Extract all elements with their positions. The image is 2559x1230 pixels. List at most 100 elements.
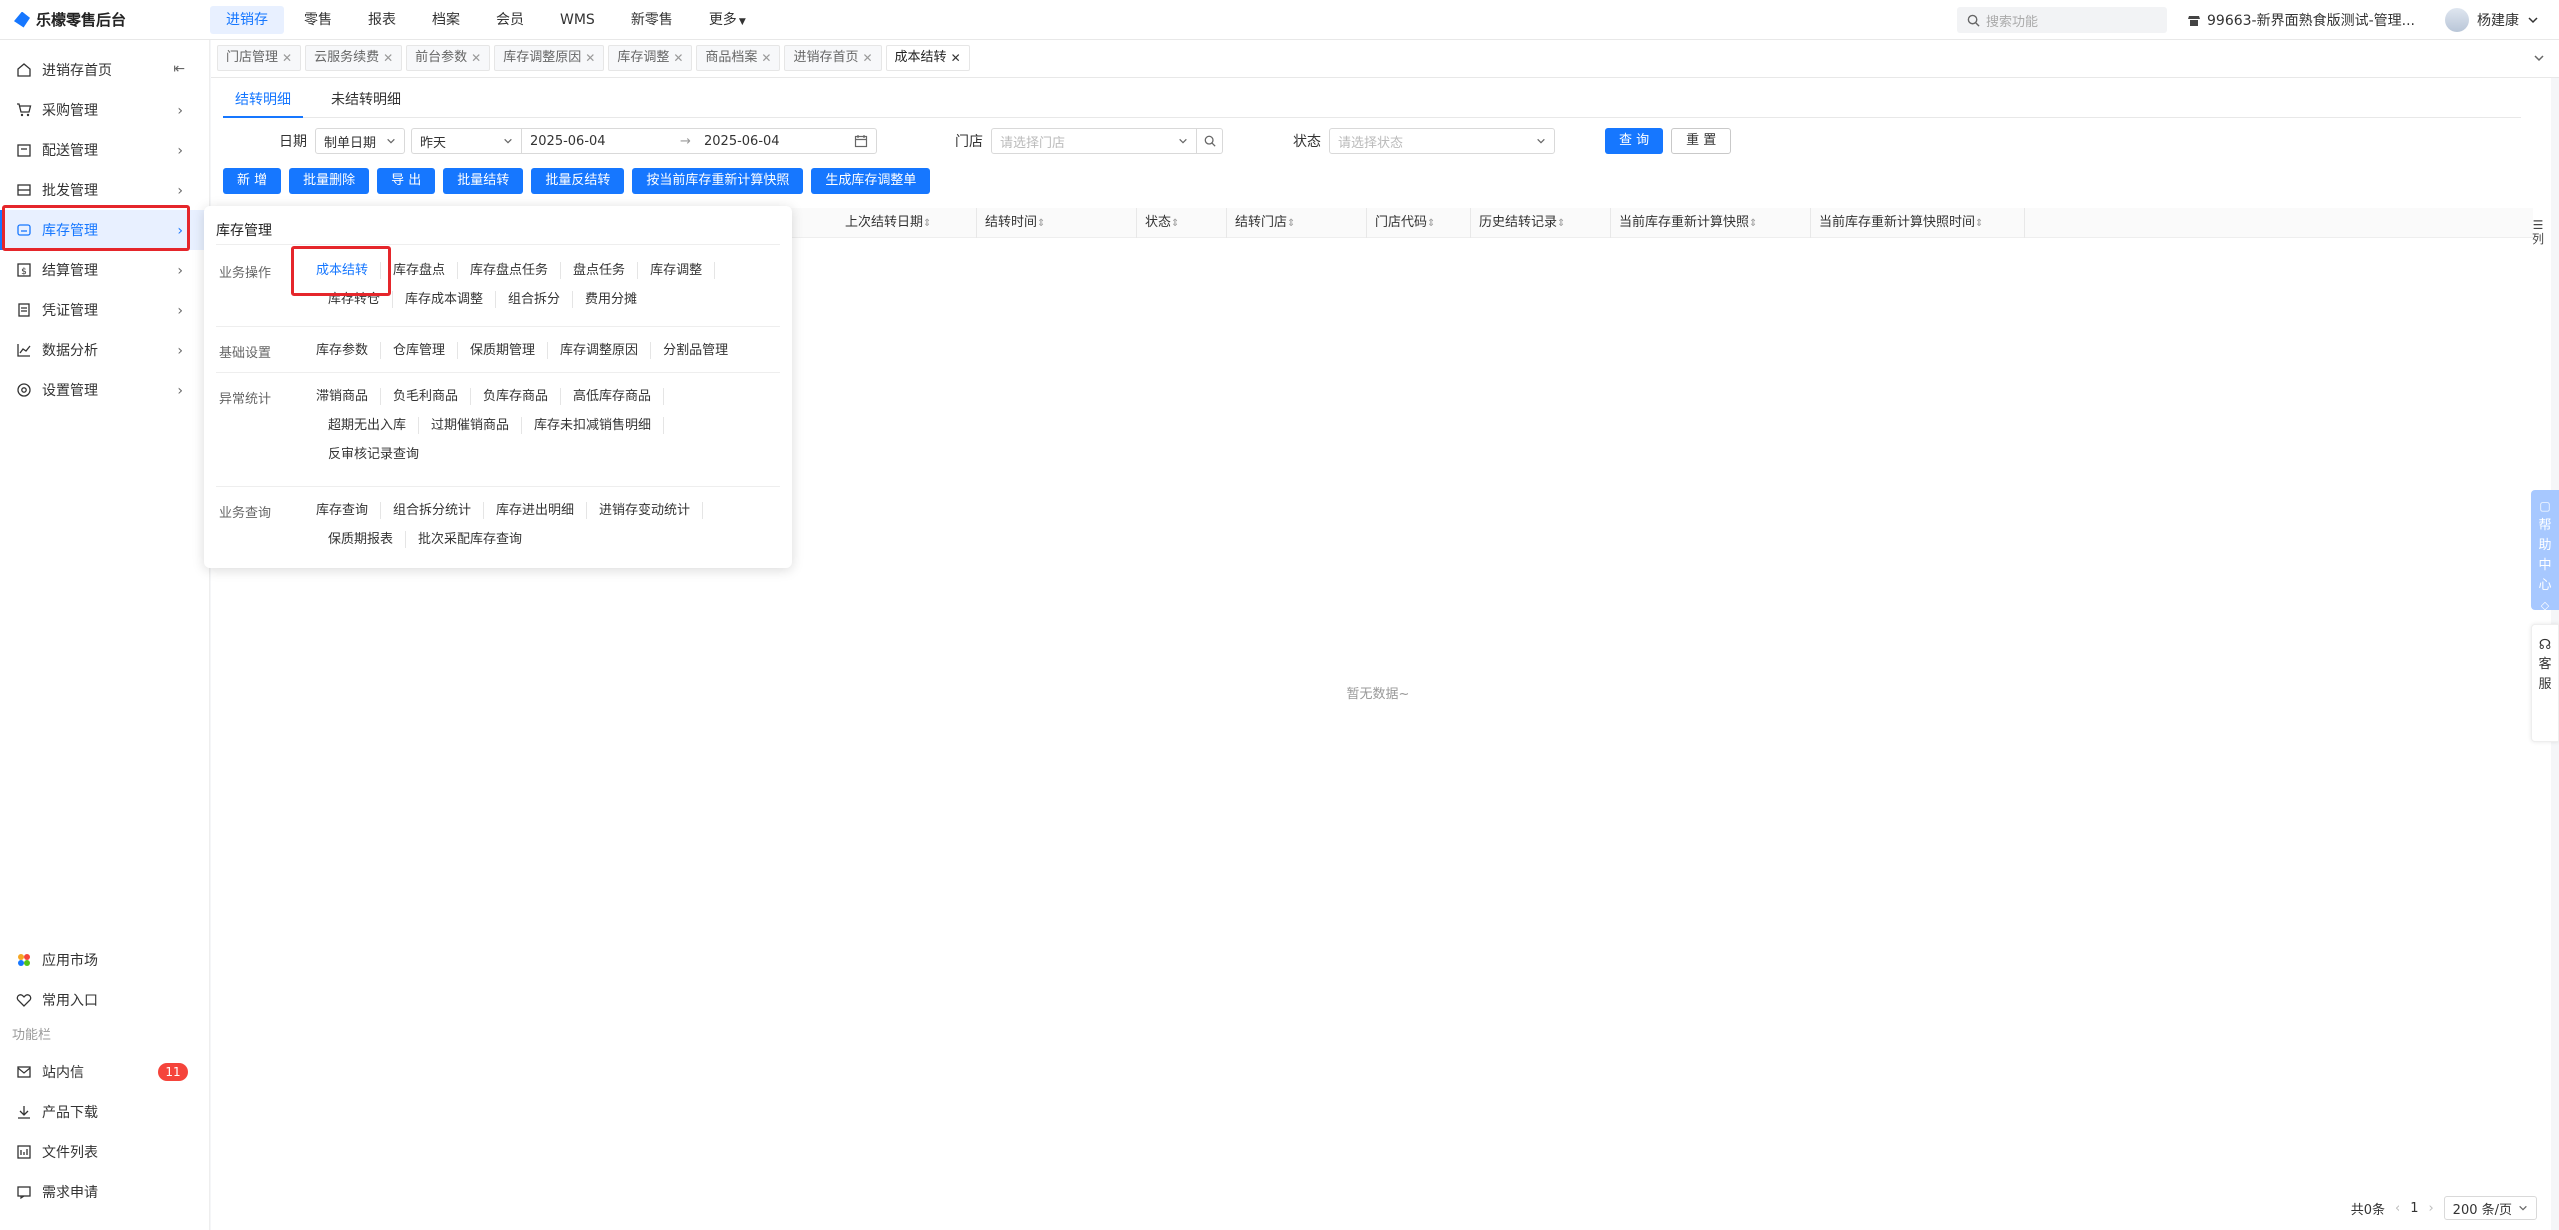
sidebar-common-entry[interactable]: 常用入口 (0, 980, 210, 1020)
close-icon[interactable]: ✕ (383, 45, 393, 71)
page-tab-product-archive[interactable]: 商品档案 ✕ (696, 45, 781, 71)
menu-link-shelf-life-report[interactable]: 保质期报表 (316, 531, 407, 548)
close-icon[interactable]: ✕ (761, 45, 771, 71)
menu-link-cost-carryover[interactable]: 成本结转 (316, 262, 382, 279)
reset-button[interactable]: 重 置 (1671, 128, 1732, 154)
user-menu[interactable]: 杨建康 (2445, 8, 2539, 32)
sidebar-messages[interactable]: 站内信 11 (0, 1052, 210, 1092)
column-snapshot[interactable]: 当前库存重新计算快照⇕ (1611, 207, 1811, 238)
menu-link-batch-stock-query[interactable]: 批次采配库存查询 (406, 531, 534, 548)
page-tab-store-management[interactable]: 门店管理 ✕ (217, 45, 302, 71)
column-carryover-time[interactable]: 结转时间⇕ (977, 207, 1137, 238)
date-range-picker[interactable]: 2025-06-04 → 2025-06-04 (521, 128, 877, 154)
menu-link-expense-allocation[interactable]: 费用分摊 (573, 291, 649, 308)
menu-link-split-products[interactable]: 分割品管理 (651, 342, 740, 359)
prev-page-icon[interactable]: ‹ (2395, 1201, 2400, 1216)
topnav-item-retail[interactable]: 零售 (288, 6, 348, 34)
generate-adjust-order-button[interactable]: 生成库存调整单 (811, 168, 931, 194)
sidebar-item-purchase[interactable]: 采购管理 › (0, 90, 209, 130)
menu-link-reverse-audit-query[interactable]: 反审核记录查询 (316, 446, 431, 463)
page-tab-stock-adjust[interactable]: 库存调整 ✕ (608, 45, 693, 71)
topnav-item-inventory-sales[interactable]: 进销存 (210, 5, 284, 34)
menu-link-slow-moving[interactable]: 滞销商品 (316, 388, 382, 405)
column-history[interactable]: 历史结转记录⇕ (1471, 207, 1611, 238)
menu-link-overdue-no-io[interactable]: 超期无出入库 (316, 417, 420, 434)
close-icon[interactable]: ✕ (585, 45, 595, 71)
column-settings-button[interactable]: ☰ 列 (2531, 218, 2545, 246)
close-icon[interactable]: ✕ (862, 45, 872, 71)
menu-link-combo-split[interactable]: 组合拆分 (496, 291, 574, 308)
date-preset-select[interactable]: 昨天 (411, 128, 521, 154)
column-carryover-store[interactable]: 结转门店⇕ (1227, 207, 1367, 238)
tab-carryover-detail[interactable]: 结转明细 (223, 88, 303, 118)
menu-link-combo-split-stats[interactable]: 组合拆分统计 (381, 502, 485, 519)
status-select[interactable]: 请选择状态 (1329, 128, 1555, 154)
column-last-carryover-date[interactable]: 上次结转日期⇕ (837, 207, 977, 238)
menu-link-high-low-stock[interactable]: 高低库存商品 (561, 388, 665, 405)
close-icon[interactable]: ✕ (673, 45, 683, 71)
collapse-sidebar-icon[interactable]: ⇤ (173, 61, 185, 77)
add-button[interactable]: 新 增 (223, 168, 282, 194)
column-status[interactable]: 状态⇕ (1137, 207, 1227, 238)
topnav-item-more[interactable]: 更多 ▼ (693, 6, 762, 34)
page-tab-inventory-home[interactable]: 进销存首页 ✕ (784, 45, 882, 71)
column-snapshot-time[interactable]: 当前库存重新计算快照时间⇕ (1811, 207, 2025, 238)
page-size-select[interactable]: 200 条/页 (2443, 1196, 2537, 1220)
sidebar-files[interactable]: 文件列表 (0, 1132, 210, 1172)
menu-link-negative-stock[interactable]: 负库存商品 (471, 388, 562, 405)
tab-not-carried-detail[interactable]: 未结转明细 (319, 88, 413, 118)
batch-carryover-button[interactable]: 批量结转 (443, 168, 524, 194)
app-logo[interactable]: 乐檬零售后台 (0, 9, 210, 30)
sidebar-item-home[interactable]: 进销存首页 ⇤ (0, 50, 209, 90)
menu-link-count-task[interactable]: 盘点任务 (561, 262, 639, 279)
topnav-item-archives[interactable]: 档案 (416, 6, 476, 34)
menu-link-stock-query[interactable]: 库存查询 (316, 502, 382, 519)
menu-link-stock-transfer[interactable]: 库存转仓 (316, 291, 394, 308)
page-tab-cost-carryover[interactable]: 成本结转 ✕ (885, 45, 970, 71)
menu-link-stock-count-task[interactable]: 库存盘点任务 (458, 262, 562, 279)
menu-link-expired-promo[interactable]: 过期催销商品 (419, 417, 523, 434)
topnav-item-members[interactable]: 会员 (480, 6, 540, 34)
date-type-select[interactable]: 制单日期 (315, 128, 405, 154)
topnav-item-reports[interactable]: 报表 (352, 6, 412, 34)
menu-link-warehouse[interactable]: 仓库管理 (381, 342, 459, 359)
batch-delete-button[interactable]: 批量删除 (289, 168, 370, 194)
store-search-button[interactable] (1197, 128, 1223, 154)
page-tab-adjust-reason[interactable]: 库存调整原因 ✕ (494, 45, 605, 71)
sidebar-item-inventory[interactable]: 库存管理 › (0, 210, 209, 250)
close-icon[interactable]: ✕ (471, 45, 481, 71)
page-tab-cloud-renewal[interactable]: 云服务续费 ✕ (305, 45, 403, 71)
sidebar-item-voucher[interactable]: 凭证管理 › (0, 290, 209, 330)
menu-link-stock-count[interactable]: 库存盘点 (381, 262, 459, 279)
topnav-item-new-retail[interactable]: 新零售 (615, 6, 689, 34)
menu-link-stock-io-detail[interactable]: 库存进出明细 (484, 502, 588, 519)
menu-link-stock-params[interactable]: 库存参数 (316, 342, 382, 359)
batch-reverse-carryover-button[interactable]: 批量反结转 (531, 168, 625, 194)
close-icon[interactable]: ✕ (951, 45, 961, 71)
sidebar-item-distribution[interactable]: 配送管理 › (0, 130, 209, 170)
customer-service-float[interactable]: ☊ 客 服 (2531, 624, 2559, 742)
menu-link-negative-margin[interactable]: 负毛利商品 (381, 388, 472, 405)
help-center-float[interactable]: ▢ 帮 助 中 心 ◇ (2531, 490, 2559, 612)
sidebar-item-settings[interactable]: 设置管理 › (0, 370, 209, 410)
menu-link-adjust-reason[interactable]: 库存调整原因 (548, 342, 652, 359)
topnav-item-wms[interactable]: WMS (544, 6, 611, 34)
current-page[interactable]: 1 (2410, 1201, 2418, 1216)
sidebar-app-market[interactable]: 应用市场 (0, 940, 210, 980)
menu-link-shelf-life[interactable]: 保质期管理 (458, 342, 549, 359)
menu-link-undeducted-sales[interactable]: 库存未扣减销售明细 (522, 417, 665, 434)
close-icon[interactable]: ✕ (282, 45, 292, 71)
query-button[interactable]: 查 询 (1605, 128, 1664, 154)
recalc-snapshot-button[interactable]: 按当前库存重新计算快照 (632, 168, 804, 194)
sidebar-downloads[interactable]: 产品下载 (0, 1092, 210, 1132)
export-button[interactable]: 导 出 (377, 168, 436, 194)
tabs-collapse-icon[interactable] (2533, 52, 2545, 68)
column-store-code[interactable]: 门店代码⇕ (1367, 207, 1471, 238)
menu-link-cost-adjust[interactable]: 库存成本调整 (393, 291, 497, 308)
store-switcher[interactable]: 99663-新界面熟食版测试-管理... (2187, 10, 2415, 30)
sidebar-item-analytics[interactable]: 数据分析 › (0, 330, 209, 370)
menu-link-psi-change-stats[interactable]: 进销存变动统计 (587, 502, 704, 519)
menu-link-stock-adjust[interactable]: 库存调整 (638, 262, 716, 279)
function-search[interactable]: 搜索功能 (1957, 7, 2167, 33)
next-page-icon[interactable]: › (2428, 1201, 2433, 1216)
